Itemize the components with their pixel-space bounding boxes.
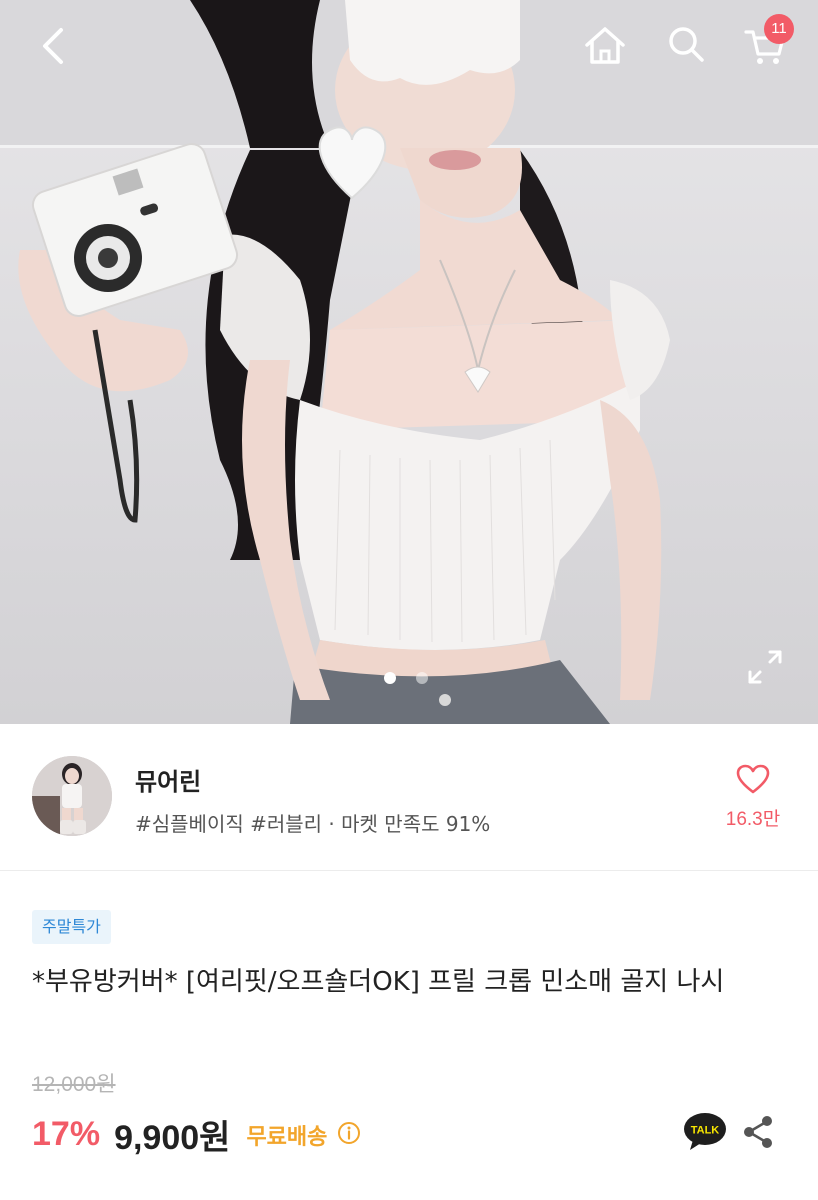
seller-name[interactable]: 뮤어린 bbox=[135, 762, 201, 797]
search-icon bbox=[669, 27, 704, 62]
gallery-dot[interactable] bbox=[416, 672, 428, 684]
expand-icon bbox=[748, 650, 782, 684]
price-row: 17% 9,900원 무료배송 bbox=[32, 1110, 361, 1159]
back-button[interactable] bbox=[30, 22, 78, 70]
sale-price: 9,900원 bbox=[114, 1119, 231, 1157]
discount-rate: 17% bbox=[32, 1115, 101, 1153]
top-navigation-bar: 11 bbox=[0, 0, 818, 90]
chevron-left-icon bbox=[43, 28, 63, 64]
talk-label: TALK bbox=[691, 1125, 720, 1137]
expand-image-button[interactable] bbox=[744, 646, 786, 688]
home-icon bbox=[585, 27, 625, 64]
talk-bubble-icon: TALK bbox=[684, 1113, 726, 1150]
product-photo bbox=[0, 0, 818, 724]
kakao-talk-button[interactable]: TALK bbox=[683, 1112, 727, 1152]
like-count: 16.3만 bbox=[725, 809, 781, 830]
heart-outline-icon bbox=[736, 764, 770, 794]
original-price: 12,000원 bbox=[32, 1073, 116, 1096]
seller-info[interactable]: 뮤어린 #심플베이직 #러블리 · 마켓 만족도 91% 16.3만 bbox=[0, 724, 818, 871]
cart-count-badge: 11 bbox=[764, 14, 794, 44]
info-icon bbox=[338, 1121, 361, 1144]
cart-button[interactable]: 11 bbox=[738, 14, 794, 70]
share-button[interactable] bbox=[740, 1114, 776, 1150]
shipping-info-button[interactable] bbox=[337, 1121, 361, 1149]
free-shipping-label: 무료배송 bbox=[246, 1124, 328, 1150]
seller-avatar[interactable] bbox=[32, 756, 112, 836]
product-title: *부유방커버* [여리핏/오프숄더OK] 프릴 크롭 민소매 골지 나시 bbox=[32, 967, 725, 997]
gallery-dot[interactable] bbox=[384, 672, 396, 684]
seller-avatar-image bbox=[32, 756, 112, 836]
seller-tags: #심플베이직 #러블리 · 마켓 만족도 91% bbox=[135, 812, 491, 836]
like-button[interactable]: 16.3만 bbox=[718, 764, 788, 831]
home-button[interactable] bbox=[580, 20, 630, 70]
gallery-pagination bbox=[384, 672, 428, 684]
search-button[interactable] bbox=[662, 20, 710, 68]
product-image-gallery[interactable]: 11 bbox=[0, 0, 818, 724]
weekend-sale-badge: 주말특가 bbox=[32, 910, 111, 944]
share-icon bbox=[744, 1116, 772, 1148]
